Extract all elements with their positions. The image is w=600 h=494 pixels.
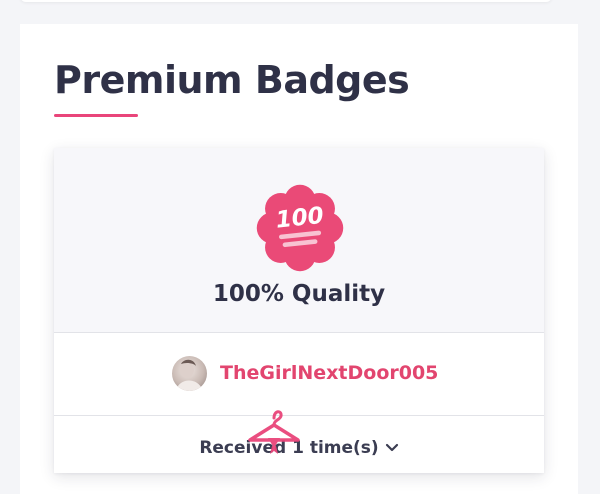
avatar[interactable]	[172, 356, 207, 391]
badge-header: 100 100% Quality	[54, 148, 544, 333]
title-underline	[54, 114, 138, 117]
creator-username-link[interactable]: TheGirlNextDoor005	[220, 362, 438, 384]
chevron-down-icon	[385, 443, 398, 452]
section-title: Premium Badges	[54, 58, 410, 102]
hanger-icon	[248, 410, 300, 454]
hundred-points-icon: 100	[256, 184, 344, 272]
badge-icon-text: 100	[275, 203, 325, 234]
previous-card-edge	[20, 0, 552, 2]
badge-name: 100% Quality	[212, 281, 386, 307]
avatar-image	[176, 359, 203, 391]
